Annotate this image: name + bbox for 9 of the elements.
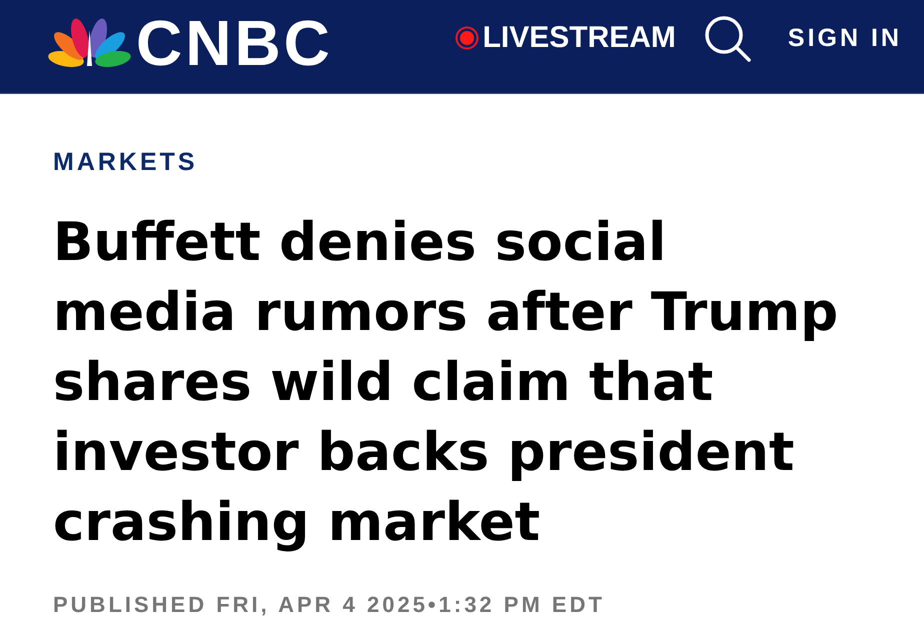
livestream-link[interactable]: LIVESTREAM [454, 20, 676, 54]
sign-in-button[interactable]: SIGN IN [788, 22, 902, 52]
published-date: PUBLISHED FRI, APR 4 2025•1:32 PM EDT [53, 594, 605, 616]
logo-text[interactable]: CNBC [136, 10, 333, 74]
headline: Buffett denies social media rumors after Trump shares wild claim that investor backs president crashing market [53, 211, 840, 555]
peacock-logo-icon [47, 18, 132, 67]
live-dot-icon [454, 26, 479, 50]
section-label[interactable]: MARKETS [53, 150, 198, 175]
search-icon[interactable] [704, 14, 752, 62]
